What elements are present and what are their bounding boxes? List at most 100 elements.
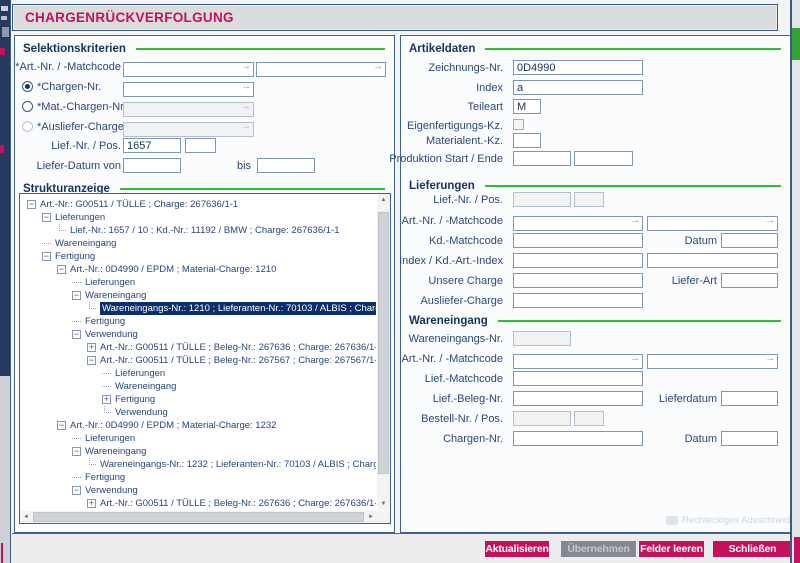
tree-vertical-scrollbar[interactable]: ▲ ▼ xyxy=(377,194,390,510)
tree-dash-connector xyxy=(42,243,51,244)
mat-chargen-nr-radio[interactable] xyxy=(22,101,33,112)
chargen-nr-input[interactable] xyxy=(123,82,254,97)
aktualisieren-button[interactable]: Aktualisieren xyxy=(485,541,549,557)
expand-icon[interactable]: + xyxy=(102,395,111,404)
tree-item[interactable]: −Wareneingang xyxy=(21,289,376,302)
tree-item[interactable]: Wareneingang xyxy=(21,237,376,250)
tree-item[interactable]: −Wareneingang xyxy=(21,445,376,458)
scroll-down-icon[interactable]: ▼ xyxy=(377,498,390,510)
we-datum-input[interactable] xyxy=(721,431,778,446)
expand-icon[interactable]: + xyxy=(87,343,96,352)
lookup-arrow-icon[interactable]: → xyxy=(241,60,251,73)
lookup-arrow-icon[interactable]: → xyxy=(630,214,640,227)
expand-icon[interactable]: + xyxy=(87,499,96,508)
scroll-right-icon[interactable]: ► xyxy=(365,511,377,523)
art-nr-input[interactable] xyxy=(123,62,254,77)
we-lief-matchcode-input[interactable] xyxy=(513,371,643,386)
lf-art-matchcode-input[interactable] xyxy=(647,216,778,231)
horizontal-scroll-thumb[interactable] xyxy=(33,512,364,522)
tree-item-selected[interactable]: Wareneingangs-Nr.: 1210 ; Lieferanten-Nr… xyxy=(21,302,376,315)
we-bestell-pos-input[interactable] xyxy=(574,411,604,426)
ausliefer-charge-input xyxy=(123,122,254,137)
tree-item[interactable]: Verwendung xyxy=(21,406,376,419)
tree-item[interactable]: −Verwendung xyxy=(21,484,376,497)
scroll-up-icon[interactable]: ▲ xyxy=(377,194,390,206)
tree-item[interactable]: −Verwendung xyxy=(21,328,376,341)
lf-lief-pos-input[interactable] xyxy=(574,192,604,207)
produktion-ende-input[interactable] xyxy=(574,151,633,166)
teileart-input[interactable] xyxy=(513,99,541,114)
tree-viewport[interactable]: −Art.-Nr.: G00511 / TÜLLE ; Charge: 2676… xyxy=(21,194,376,510)
tree-item[interactable]: Lieferungen xyxy=(21,432,376,445)
we-lieferdatum-input[interactable] xyxy=(721,391,778,406)
lf-unsere-charge-input[interactable] xyxy=(513,273,643,288)
we-beleg-input[interactable] xyxy=(513,391,643,406)
zeichnungs-nr-input[interactable] xyxy=(513,60,643,75)
collapse-icon[interactable]: − xyxy=(42,213,51,222)
tree-item[interactable]: Lief.-Nr.: 1657 / 10 ; Kd.-Nr.: 11192 / … xyxy=(21,224,376,237)
tree-item[interactable]: +Art.-Nr.: G00511 / TÜLLE ; Beleg-Nr.: 2… xyxy=(21,341,376,354)
we-art-nr-input[interactable] xyxy=(513,354,643,369)
scroll-left-icon[interactable]: ◄ xyxy=(20,511,32,523)
tree-item[interactable]: −Art.-Nr.: 0D4990 / EPDM ; Material-Char… xyxy=(21,263,376,276)
lf-kd-matchcode-input[interactable] xyxy=(513,233,643,248)
lf-lief-nr-input[interactable] xyxy=(513,192,571,207)
tree-item[interactable]: −Art.-Nr.: G00511 / TÜLLE ; Charge: 2676… xyxy=(21,198,376,211)
lf-kd-art-index-input[interactable] xyxy=(647,253,778,268)
tree-item[interactable]: −Lieferungen xyxy=(21,211,376,224)
felder-leeren-button[interactable]: Felder leeren xyxy=(639,541,704,557)
lookup-arrow-icon[interactable]: → xyxy=(241,80,251,93)
liefer-datum-von-input[interactable] xyxy=(123,158,181,173)
tree-item[interactable]: Fertigung xyxy=(21,471,376,484)
lf-art-nr-input[interactable] xyxy=(513,216,643,231)
lief-nr-input[interactable] xyxy=(123,138,181,153)
collapse-icon[interactable]: − xyxy=(72,330,81,339)
tree-item[interactable]: Wareneingang xyxy=(21,380,376,393)
lookup-arrow-icon[interactable]: → xyxy=(630,352,640,365)
tree-item[interactable]: −Art.-Nr.: G00511 / TÜLLE ; Beleg-Nr.: 2… xyxy=(21,354,376,367)
we-nr-input[interactable] xyxy=(513,331,571,346)
tree-horizontal-scrollbar[interactable]: ◄ ► xyxy=(20,511,377,523)
liefer-datum-bis-input[interactable] xyxy=(257,158,315,173)
lief-pos-input[interactable] xyxy=(185,138,216,153)
selection-panel: Selektionskriterien *Art.-Nr. / -Matchco… xyxy=(14,35,395,533)
collapse-icon[interactable]: − xyxy=(72,486,81,495)
collapse-icon[interactable]: − xyxy=(27,200,36,209)
tree-item[interactable]: Lieferungen xyxy=(21,276,376,289)
we-bestell-nr-input[interactable] xyxy=(513,411,571,426)
vertical-scroll-thumb[interactable] xyxy=(378,212,389,474)
collapse-icon[interactable]: − xyxy=(57,421,66,430)
we-chargen-nr-input[interactable] xyxy=(513,431,643,446)
eigenfertigung-checkbox[interactable] xyxy=(513,119,524,130)
tree-item[interactable]: −Fertigung xyxy=(21,250,376,263)
lookup-arrow-icon[interactable]: → xyxy=(765,352,775,365)
materialent-input[interactable] xyxy=(513,133,541,148)
collapse-icon[interactable]: − xyxy=(72,447,81,456)
schliessen-button[interactable]: Schließen xyxy=(713,541,792,557)
tree-item[interactable]: +Fertigung xyxy=(21,393,376,406)
lf-index-input[interactable] xyxy=(513,253,643,268)
index-label: Index xyxy=(476,82,503,94)
background-app-red-mark xyxy=(0,145,4,153)
ausliefer-charge-row: *Ausliefer-Charge → xyxy=(15,119,394,135)
tree-item[interactable]: Lieferungen xyxy=(21,367,376,380)
tree-item[interactable]: Wareneingangs-Nr.: 1232 ; Lieferanten-Nr… xyxy=(21,458,376,471)
chargen-nr-radio[interactable] xyxy=(22,81,33,92)
tree-item[interactable]: +Art.-Nr.: G00511 / TÜLLE ; Beleg-Nr.: 2… xyxy=(21,497,376,510)
lookup-arrow-icon[interactable]: → xyxy=(765,214,775,227)
index-input[interactable] xyxy=(513,80,643,95)
collapse-icon[interactable]: − xyxy=(42,252,51,261)
lf-ausliefer-charge-input[interactable] xyxy=(513,293,643,308)
lookup-arrow-icon[interactable]: → xyxy=(373,60,383,73)
collapse-icon[interactable]: − xyxy=(57,265,66,274)
tree-item[interactable]: Fertigung xyxy=(21,315,376,328)
we-nr-label: Wareneingangs-Nr. xyxy=(409,333,503,345)
we-art-matchcode-input[interactable] xyxy=(647,354,778,369)
lf-liefer-art-input[interactable] xyxy=(721,273,778,288)
art-matchcode-input[interactable] xyxy=(256,62,386,77)
collapse-icon[interactable]: − xyxy=(87,356,96,365)
lf-datum-input[interactable] xyxy=(721,233,778,248)
tree-item[interactable]: −Art.-Nr.: 0D4990 / EPDM ; Material-Char… xyxy=(21,419,376,432)
produktion-start-input[interactable] xyxy=(513,151,571,166)
collapse-icon[interactable]: − xyxy=(72,291,81,300)
